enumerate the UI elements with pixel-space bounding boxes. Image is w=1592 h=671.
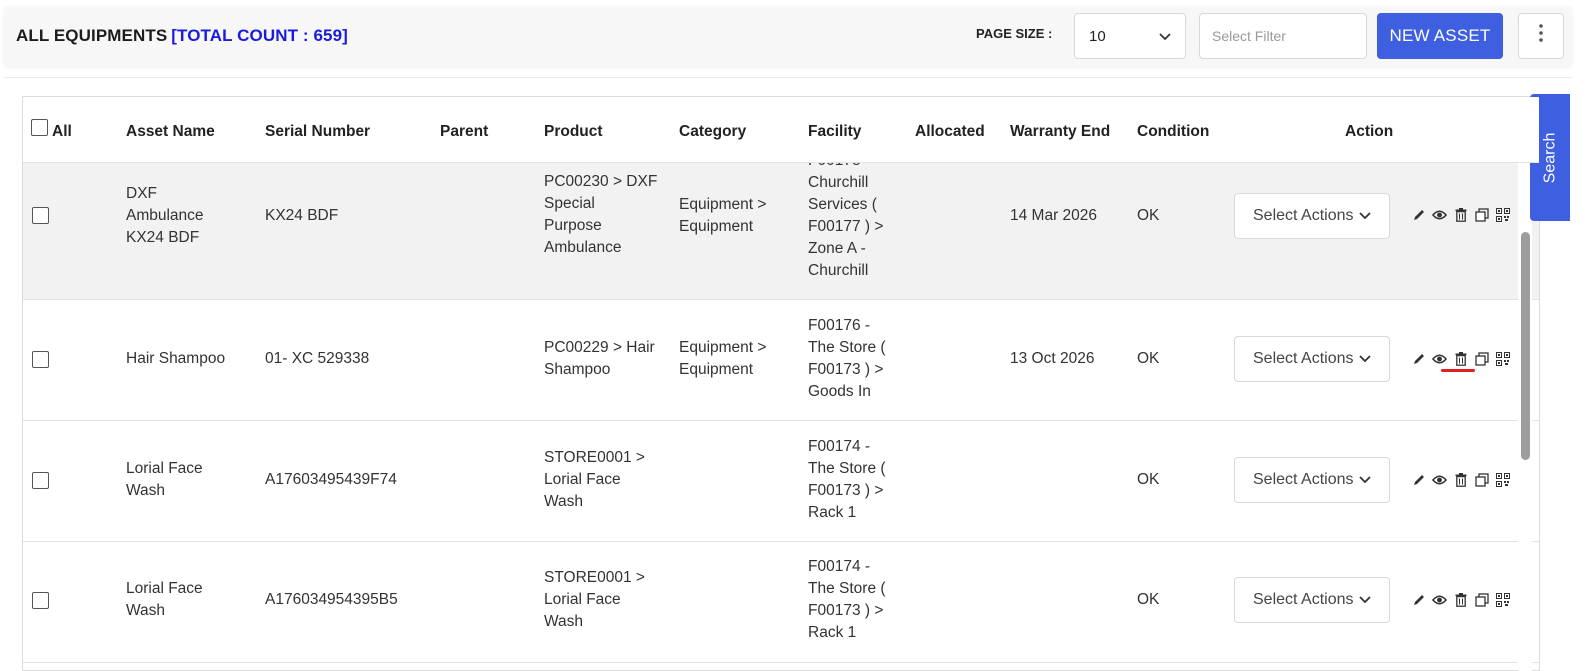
chevron-down-icon xyxy=(1159,28,1171,45)
cell-product: STORE0001 > Lorial Face Wash xyxy=(544,569,645,630)
cell-facility: F00174 - The Store (F00173 ) > Rack 1 xyxy=(808,438,886,521)
page-size-value: 10 xyxy=(1089,27,1106,45)
cell-product: STORE0001 > Lorial Face Wash xyxy=(544,449,645,510)
col-action: Action xyxy=(1345,123,1394,140)
cell-facility: F00174 - The Store (F00173 ) > Rack 1 xyxy=(808,558,886,641)
col-allocated[interactable]: Allocated xyxy=(915,123,985,141)
delete-icon[interactable] xyxy=(1453,207,1468,222)
view-icon[interactable] xyxy=(1432,472,1447,487)
delete-icon[interactable] xyxy=(1453,592,1468,607)
edit-icon[interactable] xyxy=(1411,592,1426,607)
page-size-label: PAGE SIZE : xyxy=(976,26,1053,41)
chevron-down-icon xyxy=(1359,591,1371,609)
row-action-icons xyxy=(1411,592,1510,607)
chevron-down-icon xyxy=(1359,471,1371,489)
cell-category: Equipment > Equipment xyxy=(679,196,767,235)
edit-icon[interactable] xyxy=(1411,351,1426,366)
cell-facility: F00178 -ChurchillServices (F00177 ) >Zon… xyxy=(808,152,884,279)
cell-serial: 01- XC 529338 xyxy=(265,350,370,367)
table-row: Hair Shampoo 01- XC 529338 PC00229 > Hai… xyxy=(23,300,1539,421)
cell-serial: A17603495439F74 xyxy=(265,471,397,488)
chevron-down-icon xyxy=(1359,350,1371,368)
page-title: ALL EQUIPMENTS [TOTAL COUNT : 659] xyxy=(16,26,348,46)
cell-asset-name: Lorial Face Wash xyxy=(126,460,203,499)
qr-code-icon[interactable] xyxy=(1495,472,1510,487)
table-row: Lorial Face Wash A176034954395B5 STORE000… xyxy=(23,542,1539,663)
qr-code-icon[interactable] xyxy=(1495,351,1510,366)
total-count-label: [TOTAL COUNT : 659] xyxy=(171,26,348,45)
assets-table: DXF Ambulance KX24 BDF KX24 BDF PC00230 > … xyxy=(22,96,1540,671)
col-category[interactable]: Category xyxy=(679,123,746,141)
row-action-select[interactable]: Select Actions xyxy=(1234,193,1390,239)
cell-asset-name: Lorial Face Wash xyxy=(126,580,203,619)
cell-product: PC00229 > Hair Shampoo xyxy=(544,339,655,378)
action-select-placeholder: Select Actions xyxy=(1253,350,1354,367)
new-asset-button[interactable]: NEW ASSET xyxy=(1377,13,1503,59)
col-facility[interactable]: Facility xyxy=(808,123,861,141)
scrollbar-thumb[interactable] xyxy=(1521,232,1530,460)
cell-condition: OK xyxy=(1137,207,1160,224)
view-icon[interactable] xyxy=(1432,351,1447,366)
qr-code-icon[interactable] xyxy=(1495,592,1510,607)
row-checkbox[interactable] xyxy=(32,351,49,368)
view-icon[interactable] xyxy=(1432,207,1447,222)
row-action-icons xyxy=(1411,472,1510,487)
table-row: DXF Ambulance KX24 BDF KX24 BDF PC00230 > … xyxy=(23,152,1539,300)
filter-input[interactable] xyxy=(1199,13,1367,59)
kebab-menu-icon xyxy=(1539,24,1543,48)
row-action-select[interactable]: Select Actions xyxy=(1234,577,1390,623)
cell-warranty-end: 13 Oct 2026 xyxy=(1010,350,1095,367)
table-body: DXF Ambulance KX24 BDF KX24 BDF PC00230 > … xyxy=(23,152,1539,663)
chevron-down-icon xyxy=(1359,207,1371,225)
edit-icon[interactable] xyxy=(1411,207,1426,222)
col-condition[interactable]: Condition xyxy=(1137,123,1209,141)
col-asset-name[interactable]: Asset Name xyxy=(126,123,215,141)
view-icon-highlight xyxy=(1441,369,1475,372)
page-size-select[interactable]: 10 xyxy=(1074,13,1186,59)
select-all-checkbox[interactable] xyxy=(31,119,48,136)
col-warranty-end[interactable]: Warranty End xyxy=(1010,123,1110,141)
view-icon[interactable] xyxy=(1432,592,1447,607)
row-checkbox[interactable] xyxy=(32,472,49,489)
cell-product: PC00230 > DXF Special Purpose Ambulance xyxy=(544,173,658,256)
table-row: Lorial Face Wash A17603495439F74 STORE000… xyxy=(23,421,1539,542)
page-header: ALL EQUIPMENTS [TOTAL COUNT : 659] PAGE S… xyxy=(4,6,1572,66)
row-action-icons xyxy=(1411,207,1510,222)
col-serial-number[interactable]: Serial Number xyxy=(265,123,370,141)
more-menu-button[interactable] xyxy=(1518,13,1564,59)
header-divider xyxy=(4,77,1572,78)
delete-icon[interactable] xyxy=(1453,351,1468,366)
copy-icon[interactable] xyxy=(1474,207,1489,222)
table-header: All Asset Name Serial Number Parent Prod… xyxy=(23,97,1539,163)
action-select-placeholder: Select Actions xyxy=(1253,471,1354,488)
qr-code-icon[interactable] xyxy=(1495,207,1510,222)
copy-icon[interactable] xyxy=(1474,351,1489,366)
edit-icon[interactable] xyxy=(1411,472,1426,487)
row-checkbox[interactable] xyxy=(32,592,49,609)
row-action-select[interactable]: Select Actions xyxy=(1234,457,1390,503)
cell-asset-name: DXF Ambulance KX24 BDF xyxy=(126,185,204,246)
col-product[interactable]: Product xyxy=(544,123,603,141)
row-action-icons xyxy=(1411,351,1510,366)
cell-warranty-end: 14 Mar 2026 xyxy=(1010,207,1098,224)
search-tab-label: Search xyxy=(1541,132,1559,183)
cell-serial: A176034954395B5 xyxy=(265,591,398,608)
col-parent[interactable]: Parent xyxy=(440,123,488,141)
cell-condition: OK xyxy=(1137,350,1160,367)
col-all: All xyxy=(52,123,72,140)
action-select-placeholder: Select Actions xyxy=(1253,207,1354,224)
page-title-text: ALL EQUIPMENTS xyxy=(16,26,168,45)
row-checkbox[interactable] xyxy=(32,207,49,224)
cell-condition: OK xyxy=(1137,591,1160,608)
action-select-placeholder: Select Actions xyxy=(1253,591,1354,608)
cell-category: Equipment > Equipment xyxy=(679,339,767,378)
delete-icon[interactable] xyxy=(1453,472,1468,487)
row-action-select[interactable]: Select Actions xyxy=(1234,336,1390,382)
cell-condition: OK xyxy=(1137,471,1160,488)
cell-asset-name: Hair Shampoo xyxy=(126,350,226,367)
cell-facility: F00176 - The Store (F00173 ) > Goods In xyxy=(808,317,886,400)
cell-serial: KX24 BDF xyxy=(265,207,339,224)
copy-icon[interactable] xyxy=(1474,472,1489,487)
copy-icon[interactable] xyxy=(1474,592,1489,607)
